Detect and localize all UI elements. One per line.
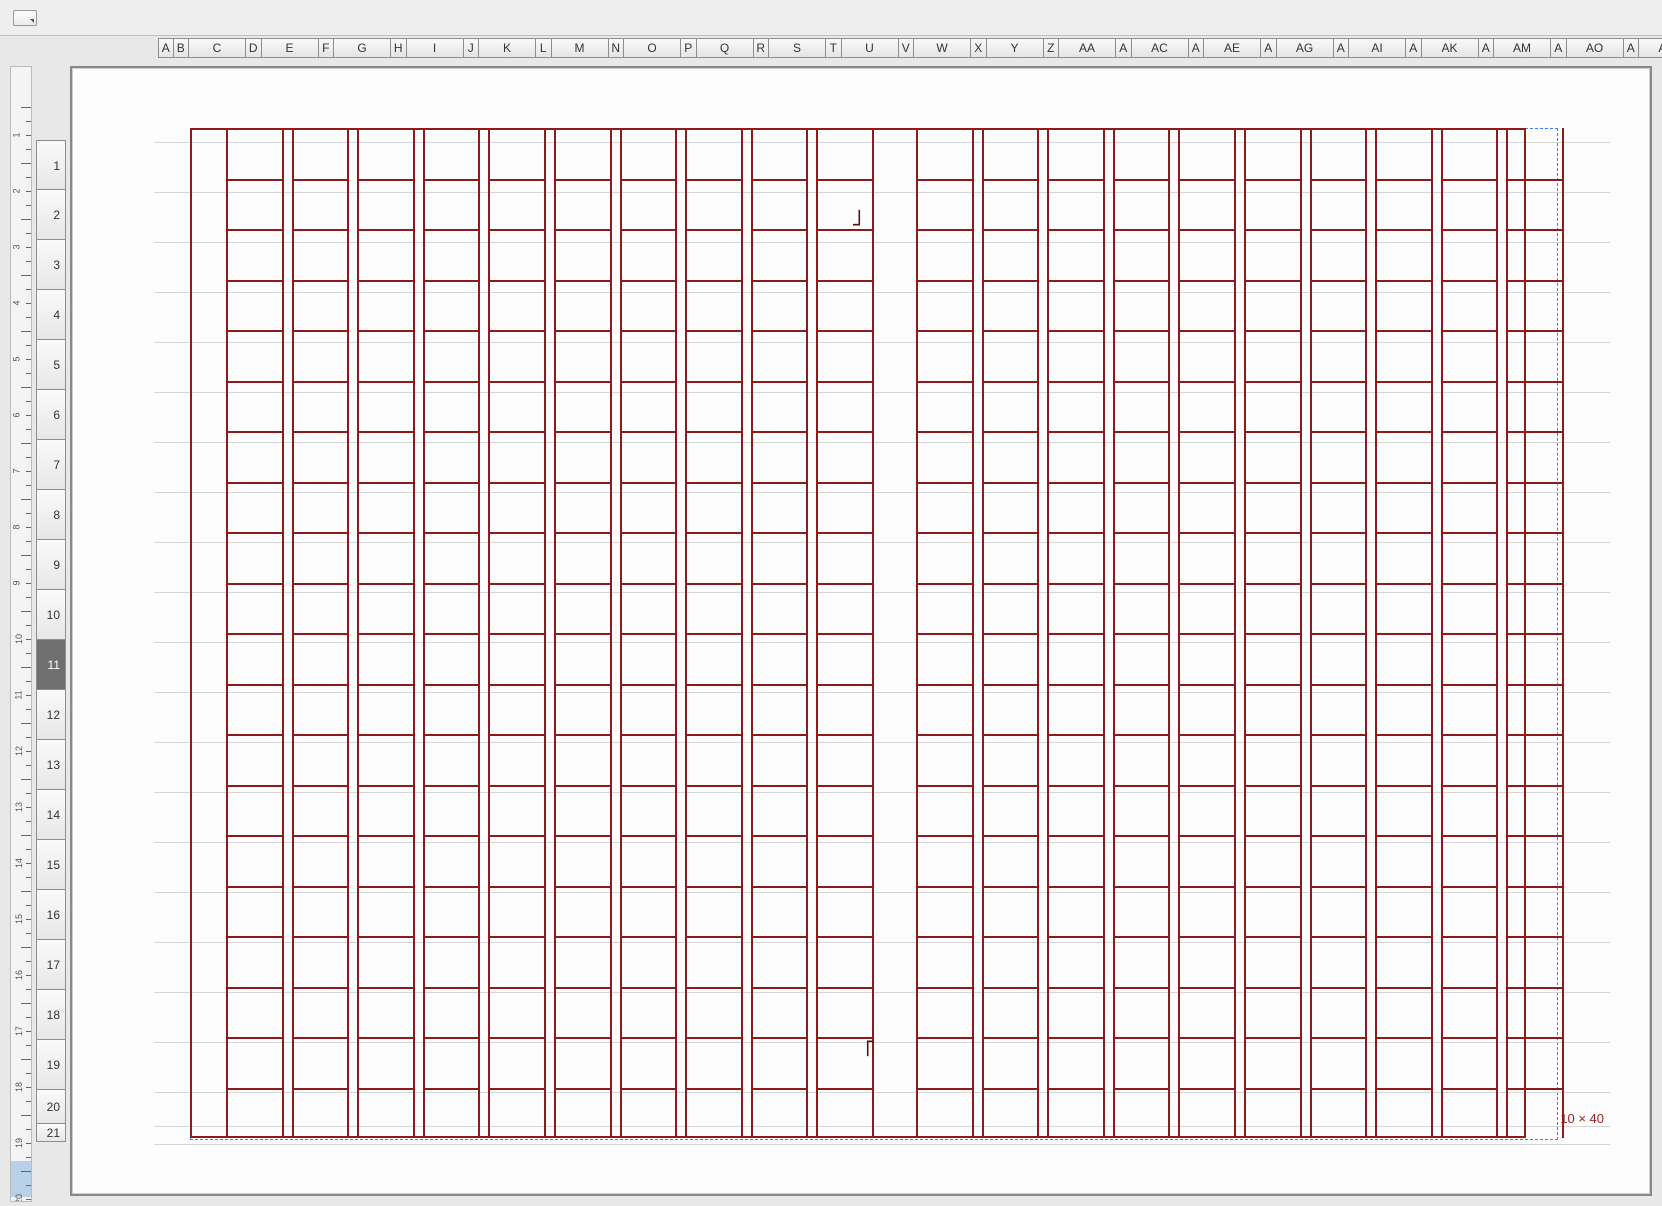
column-header[interactable]: N — [609, 38, 625, 58]
row-header[interactable]: 14 — [36, 790, 66, 840]
row-header[interactable]: 20 — [36, 1090, 66, 1124]
row-header[interactable]: 18 — [36, 990, 66, 1040]
column-header[interactable]: A — [1406, 38, 1422, 58]
column-header[interactable]: K — [479, 38, 536, 58]
row-header[interactable]: 9 — [36, 540, 66, 590]
row-header[interactable]: 13 — [36, 740, 66, 790]
column-header[interactable]: F — [319, 38, 335, 58]
column-header[interactable]: AO — [1567, 38, 1624, 58]
row-header[interactable]: 16 — [36, 890, 66, 940]
column-header[interactable]: E — [262, 38, 319, 58]
row-header[interactable]: 15 — [36, 840, 66, 890]
column-header[interactable]: AM — [1494, 38, 1551, 58]
column-header[interactable]: P — [681, 38, 697, 58]
column-header[interactable]: A — [1334, 38, 1350, 58]
top-toolbar — [0, 0, 1662, 36]
column-header[interactable]: AE — [1204, 38, 1261, 58]
column-header[interactable]: A — [1189, 38, 1205, 58]
row-header[interactable]: 21 — [36, 1124, 66, 1142]
bracket-bottom-icon: ﹂ — [851, 1040, 873, 1062]
row-header[interactable]: 2 — [36, 190, 66, 240]
column-header[interactable]: AQ — [1639, 38, 1662, 58]
cell-name-dropdown[interactable] — [13, 10, 37, 26]
column-header[interactable]: O — [624, 38, 681, 58]
column-header[interactable]: AK — [1422, 38, 1479, 58]
row-headers: 123456789101112131415161718192021 — [36, 140, 66, 1142]
row-header[interactable]: 11 — [36, 640, 66, 690]
column-header[interactable]: H — [391, 38, 407, 58]
row-header[interactable]: 5 — [36, 340, 66, 390]
row-header[interactable]: 17 — [36, 940, 66, 990]
column-header[interactable]: Q — [697, 38, 754, 58]
column-header[interactable]: S — [769, 38, 826, 58]
row-header[interactable]: 7 — [36, 440, 66, 490]
ruler-active-region — [11, 1161, 31, 1197]
column-header[interactable]: J — [464, 38, 480, 58]
row-header[interactable]: 4 — [36, 290, 66, 340]
column-headers: ABCDEFGHIJKLMNOPQRSTUVWXYZAAAACAAEAAGAAI… — [158, 38, 1662, 58]
column-header[interactable]: AG — [1277, 38, 1334, 58]
column-header[interactable]: AI — [1349, 38, 1406, 58]
column-header[interactable]: A — [158, 38, 174, 58]
vertical-ruler: 1234567891011121314151617181920 — [10, 66, 32, 1202]
row-header[interactable]: 10 — [36, 590, 66, 640]
column-header[interactable]: G — [334, 38, 391, 58]
column-header[interactable]: A — [1116, 38, 1132, 58]
column-header[interactable]: U — [842, 38, 899, 58]
column-header[interactable]: T — [826, 38, 842, 58]
row-header[interactable]: 8 — [36, 490, 66, 540]
column-header[interactable]: L — [536, 38, 552, 58]
column-header[interactable]: X — [971, 38, 987, 58]
manuscript-size-label: 10 × 40 — [1560, 1111, 1604, 1126]
column-header[interactable]: M — [552, 38, 609, 58]
column-header[interactable]: AA — [1059, 38, 1116, 58]
column-header[interactable]: R — [754, 38, 770, 58]
row-header[interactable]: 6 — [36, 390, 66, 440]
row-header[interactable]: 12 — [36, 690, 66, 740]
row-header[interactable]: 1 — [36, 140, 66, 190]
column-header[interactable]: AC — [1132, 38, 1189, 58]
column-header[interactable]: W — [914, 38, 971, 58]
column-header[interactable]: Y — [987, 38, 1044, 58]
row-header[interactable]: 19 — [36, 1040, 66, 1090]
bracket-top-icon: ﹁ — [851, 204, 873, 226]
spreadsheet-page[interactable]: ﹁ ﹂ 10 × 40 — [70, 66, 1652, 1196]
column-header[interactable]: A — [1479, 38, 1495, 58]
column-header[interactable]: Z — [1044, 38, 1060, 58]
row-header[interactable]: 3 — [36, 240, 66, 290]
column-header[interactable]: C — [189, 38, 246, 58]
column-header[interactable]: A — [1551, 38, 1567, 58]
manuscript-grid — [190, 128, 1526, 1138]
column-header[interactable]: A — [1261, 38, 1277, 58]
column-header[interactable]: V — [899, 38, 915, 58]
column-header[interactable]: I — [407, 38, 464, 58]
column-header[interactable]: B — [174, 38, 190, 58]
column-header[interactable]: A — [1624, 38, 1640, 58]
column-header[interactable]: D — [246, 38, 262, 58]
